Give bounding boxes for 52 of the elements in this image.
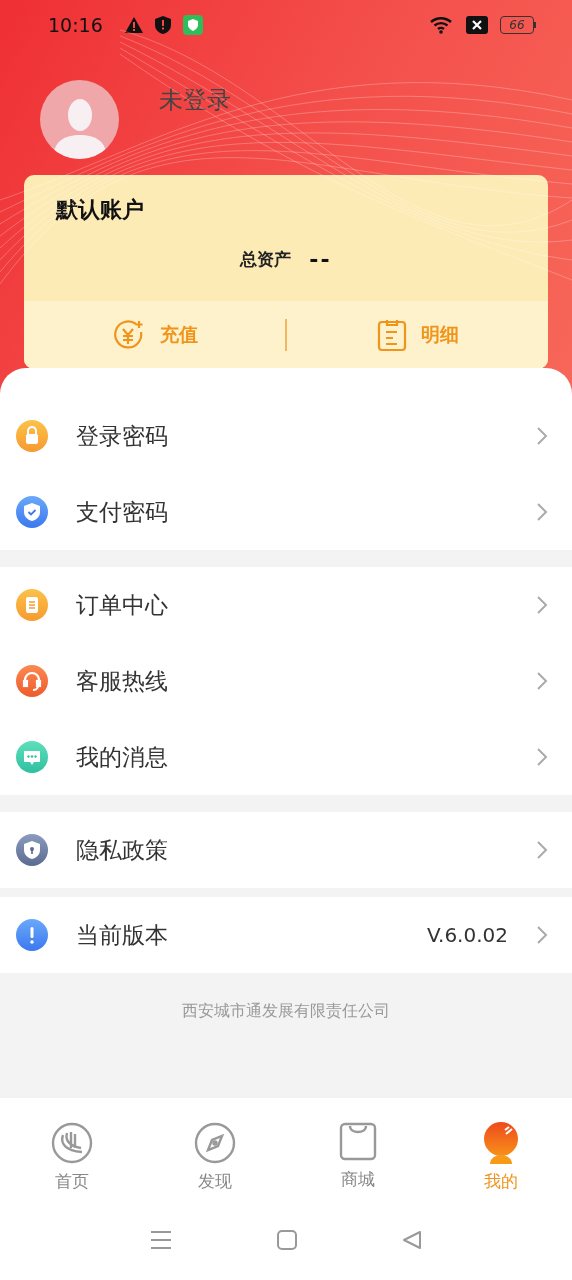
menu-row[interactable]: 订单中心 bbox=[0, 567, 572, 643]
menu-label: 当前版本 bbox=[76, 920, 169, 950]
menu-label: 支付密码 bbox=[76, 497, 169, 527]
company-name: 西安城市通发展有限责任公司 bbox=[182, 1001, 390, 1022]
profile-icon bbox=[481, 1122, 520, 1164]
menu-row[interactable]: 支付密码 bbox=[0, 474, 572, 550]
shield-icon bbox=[16, 834, 48, 866]
chevron-right-icon bbox=[536, 925, 548, 945]
tab-bar-item[interactable]: 首页 bbox=[0, 1122, 143, 1193]
wifi-icon bbox=[430, 16, 454, 34]
chevron-right-icon bbox=[536, 671, 548, 691]
menu-label: 隐私政策 bbox=[76, 835, 169, 865]
menu-icon[interactable] bbox=[150, 1230, 172, 1250]
total-assets-value: -- bbox=[309, 246, 332, 272]
headset-icon bbox=[16, 665, 48, 697]
chevron-right-icon bbox=[536, 840, 548, 860]
menu-label: 客服热线 bbox=[76, 666, 169, 696]
chevron-right-icon bbox=[536, 595, 548, 615]
menu-label: 订单中心 bbox=[76, 590, 169, 620]
chevron-right-icon bbox=[536, 502, 548, 522]
battery-icon: 66 bbox=[500, 16, 536, 34]
shield-icon bbox=[154, 16, 171, 34]
menu-row[interactable]: 我的消息 bbox=[0, 719, 572, 795]
lock-icon bbox=[16, 420, 48, 452]
chevron-right-icon bbox=[536, 747, 548, 767]
compass-icon bbox=[193, 1122, 236, 1164]
warning-icon bbox=[124, 17, 143, 33]
status-time: 10:16 bbox=[48, 14, 103, 36]
security-app-icon bbox=[182, 15, 203, 35]
exclamation-icon bbox=[16, 919, 48, 951]
clipboard-icon bbox=[16, 589, 48, 621]
total-assets-label: 总资产 bbox=[240, 247, 292, 271]
chevron-right-icon bbox=[536, 426, 548, 446]
yen-coin-icon bbox=[111, 318, 146, 352]
home-icon[interactable] bbox=[277, 1230, 297, 1250]
chat-bubble-icon bbox=[16, 741, 48, 773]
menu-row[interactable]: 登录密码 bbox=[0, 398, 572, 474]
no-sim-icon bbox=[466, 16, 488, 34]
version-number: V.6.0.02 bbox=[426, 923, 508, 947]
tab-bar-item[interactable]: 发现 bbox=[143, 1122, 286, 1193]
shopping-bag-icon bbox=[338, 1122, 377, 1162]
menu-label: 我的消息 bbox=[76, 742, 169, 772]
document-icon bbox=[376, 318, 407, 352]
menu-row[interactable]: 当前版本 V.6.0.02 bbox=[0, 897, 572, 973]
tab-bar-item[interactable]: 商城 bbox=[286, 1122, 429, 1191]
shield-icon bbox=[16, 496, 48, 528]
back-icon[interactable] bbox=[402, 1230, 422, 1250]
menu-label: 登录密码 bbox=[76, 421, 169, 451]
menu-row[interactable]: 客服热线 bbox=[0, 643, 572, 719]
building-icon bbox=[50, 1122, 93, 1164]
account-title: 默认账户 bbox=[54, 196, 145, 224]
menu-row[interactable]: 隐私政策 bbox=[0, 812, 572, 888]
